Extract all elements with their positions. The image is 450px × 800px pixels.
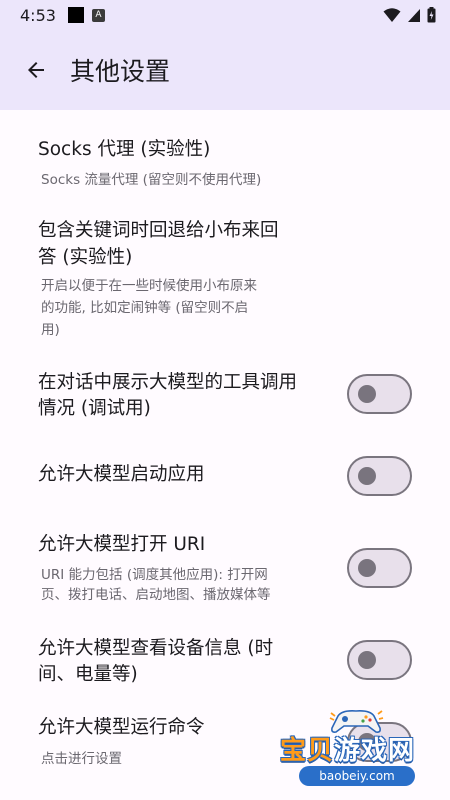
setting-title-line-2: 答 (实验性) xyxy=(38,247,133,268)
watermark-text-part1: 宝贝 xyxy=(280,736,335,766)
setting-title: Socks 代理 (实验性) xyxy=(38,139,211,160)
allow-device-info-switch[interactable] xyxy=(347,640,412,680)
status-time: 4:53 xyxy=(20,5,56,25)
switch-thumb xyxy=(358,651,376,669)
switch-thumb xyxy=(358,559,376,577)
allow-launch-apps-switch[interactable] xyxy=(347,456,412,496)
switch-thumb xyxy=(358,467,376,485)
setting-title-line-2: 情况 (调试用) xyxy=(38,398,151,419)
setting-allow-launch-apps[interactable]: 允许大模型启动应用 xyxy=(0,450,450,500)
status-icons xyxy=(383,7,436,23)
watermark-text: 宝贝游戏网 xyxy=(280,730,415,767)
notification-a-icon: A xyxy=(91,8,105,22)
setting-title-line-1: 包含关键词时回退给小布来回 xyxy=(38,220,279,241)
battery-icon xyxy=(427,7,436,23)
setting-show-tool-calls[interactable]: 在对话中展示大模型的工具调用 情况 (调试用) xyxy=(0,360,450,430)
setting-keyword-fallback[interactable]: 包含关键词时回退给小布来回 答 (实验性) 开启以便于在一些时候使用小布原来 的… xyxy=(0,214,450,344)
wifi-icon xyxy=(383,8,401,22)
watermark-url: baobeiy.com xyxy=(299,766,415,786)
setting-description-line-1: 开启以便于在一些时候使用小布原来 xyxy=(41,278,257,294)
setting-description-line-3: 用) xyxy=(41,322,60,338)
setting-socks-proxy[interactable]: Socks 代理 (实验性) Socks 流量代理 (留空则不使用代理) xyxy=(0,130,450,216)
signal-icon xyxy=(408,9,420,22)
setting-description: 点击进行设置 xyxy=(41,751,122,767)
setting-title: 允许大模型运行命令 xyxy=(38,717,205,738)
watermark-logo: 宝贝游戏网 baobeiy.com xyxy=(276,708,446,794)
app-bar: 其他设置 xyxy=(0,30,450,110)
allow-open-uri-switch[interactable] xyxy=(347,548,412,588)
arrow-back-icon xyxy=(28,62,44,78)
status-bar: 4:53 A xyxy=(0,0,450,30)
watermark-text-part2: 游戏网 xyxy=(334,736,416,766)
page-title: 其他设置 xyxy=(70,57,171,86)
show-tool-calls-switch[interactable] xyxy=(347,374,412,414)
setting-description-line-1: URI 能力包括 (调度其他应用): 打开网 xyxy=(41,567,268,583)
setting-title: 允许大模型启动应用 xyxy=(38,464,205,485)
setting-description-line-2: 的功能, 比如定闹钟等 (留空则不启 xyxy=(41,300,249,316)
setting-allow-open-uri[interactable]: 允许大模型打开 URI URI 能力包括 (调度其他应用): 打开网 页、拨打电… xyxy=(0,528,450,608)
setting-description-line-2: 页、拨打电话、启动地图、播放媒体等 xyxy=(41,587,271,603)
setting-allow-device-info[interactable]: 允许大模型查看设备信息 (时 间、电量等) xyxy=(0,630,450,694)
setting-description: Socks 流量代理 (留空则不使用代理) xyxy=(41,172,262,188)
switch-thumb xyxy=(358,385,376,403)
back-button[interactable] xyxy=(12,46,60,94)
notification-square-icon xyxy=(67,7,84,23)
setting-title-line-1: 允许大模型查看设备信息 (时 xyxy=(38,638,274,659)
setting-title: 允许大模型打开 URI xyxy=(38,534,206,555)
setting-title-line-1: 在对话中展示大模型的工具调用 xyxy=(38,372,298,393)
setting-title-line-2: 间、电量等) xyxy=(38,664,138,685)
